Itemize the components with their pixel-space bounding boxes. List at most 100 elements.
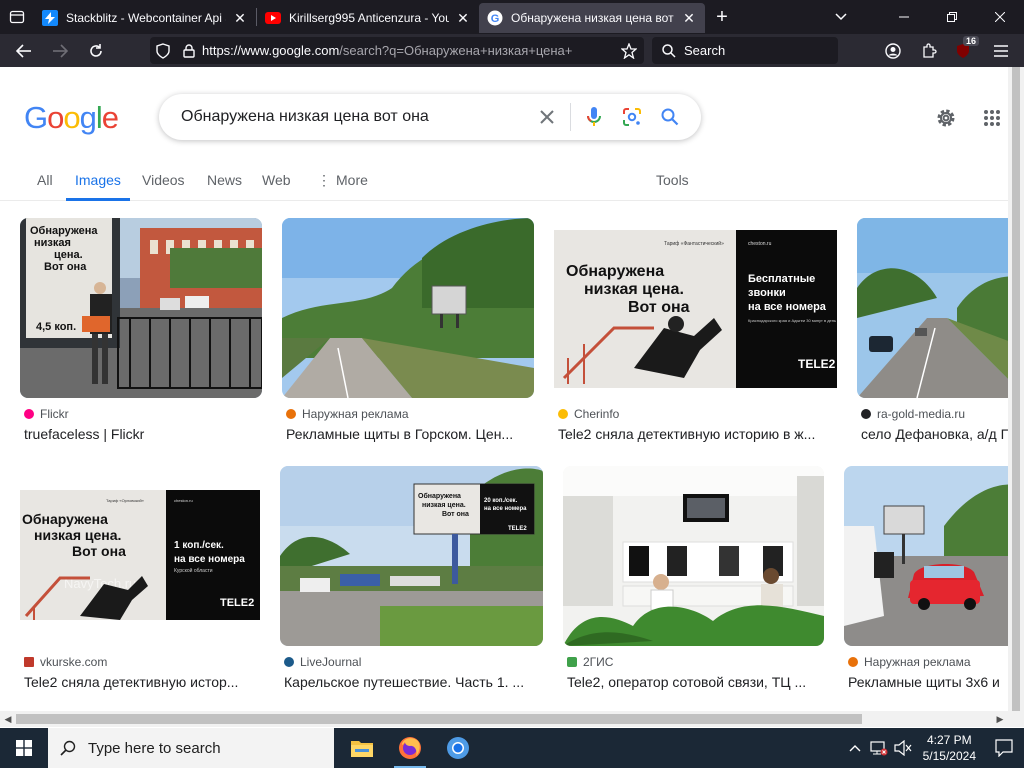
source-favicon [558,409,568,419]
result-image[interactable]: Обнаружена низкая цена. Вот она 20 коп./… [280,466,543,646]
image-result-card[interactable]: 2ГИС Tele2, оператор сотовой связи, ТЦ .… [563,466,824,696]
taskbar-file-explorer[interactable] [338,728,386,768]
result-source[interactable]: Cherinfo [558,407,619,421]
show-hidden-icons-button[interactable] [843,744,867,752]
vertical-scrollbar[interactable] [1008,67,1024,711]
minimize-button[interactable] [880,0,928,34]
voice-search-button[interactable] [575,94,613,140]
scroll-left-arrow-icon[interactable]: ◀ [0,711,16,727]
volume-button[interactable] [891,740,915,756]
source-favicon [24,657,34,667]
lock-icon[interactable] [176,43,202,58]
result-title[interactable]: Карельское путешествие. Часть 1. ... [284,674,542,690]
settings-button[interactable] [932,104,960,132]
poster-line: Обнаружена [30,225,98,237]
result-image[interactable]: Тариф «Фантастический» cheston.ru Обнару… [554,218,837,398]
tracking-protection-shield-icon[interactable] [150,42,176,59]
tools-button[interactable]: Tools [656,167,689,201]
result-source[interactable]: LiveJournal [284,655,361,669]
poster-line: 4,5 коп. [36,321,76,333]
scroll-right-arrow-icon[interactable]: ▶ [992,711,1008,727]
firefox-view-icon [9,10,25,24]
result-source[interactable]: ra-gold-media.ru [861,407,965,421]
google-search-button[interactable] [651,94,689,140]
billboard-brand: TELE2 [508,526,527,532]
tab-images[interactable]: Images [66,167,130,201]
tab-youtube[interactable]: Kirillserg995 Anticenzura - YouT ✕ [257,3,479,33]
billboard-headline: Вот она [442,511,469,518]
result-source[interactable]: 2ГИС [567,655,613,669]
account-button[interactable] [876,34,910,67]
url-text[interactable]: https://www.google.com/search?q=Обнаруже… [202,43,614,58]
result-image[interactable] [563,466,824,646]
ublock-extension-button[interactable]: 16 [946,34,980,67]
tab-videos[interactable]: Videos [142,167,185,201]
result-source[interactable]: Наружная реклама [286,407,409,421]
horizontal-scrollbar[interactable]: ◀ ▶ [0,711,1008,727]
firefox-view-button[interactable] [0,0,34,34]
reload-button[interactable] [78,34,114,67]
taskbar-clock[interactable]: 4:27 PM 5/15/2024 [915,732,984,764]
tab-google-active[interactable]: G Обнаружена низкая цена вот о ✕ [479,3,705,33]
horizontal-scroll-thumb[interactable] [16,714,862,724]
result-image[interactable]: Обнаружена низкая цена. Вот она 4,5 коп. [20,218,262,398]
tab-more[interactable]: ⋮ More [317,167,368,201]
extensions-button[interactable] [912,34,946,67]
tab-close-icon[interactable]: ✕ [232,10,248,26]
browser-search-box[interactable]: Search [652,37,838,64]
taskbar-chrome[interactable] [434,728,482,768]
result-title[interactable]: Tele2 сняла детективную истор... [24,674,260,690]
more-vertical-icon: ⋮ [317,172,331,188]
google-images-page: Google Обнаружена низкая цена вот она Al… [0,67,1008,711]
result-title[interactable]: Tele2, оператор сотовой связи, ТЦ ... [567,674,823,690]
new-tab-button[interactable]: + [705,0,739,34]
list-all-tabs-button[interactable] [826,0,856,34]
taskbar-search-box[interactable]: Type here to search [48,728,334,768]
result-image[interactable]: Тариф «Орловский» cheston.ru Обнаружена … [20,466,260,646]
result-image[interactable] [282,218,534,398]
google-search-box[interactable]: Обнаружена низкая цена вот она [159,94,701,140]
image-result-card[interactable]: Тариф «Орловский» cheston.ru Обнаружена … [20,466,260,696]
google-logo[interactable]: Google [24,100,119,136]
tab-news[interactable]: News [207,167,242,201]
restore-button[interactable] [928,0,976,34]
tab-web[interactable]: Web [262,167,291,201]
ad-headline: Обнаружена [566,263,664,280]
tab-stackblitz[interactable]: Stackblitz - Webcontainer Api St ✕ [34,3,256,33]
result-image[interactable] [844,466,1008,646]
tab-all[interactable]: All [37,167,53,201]
lens-search-button[interactable] [613,94,651,140]
clear-button[interactable] [528,94,566,140]
image-result-card[interactable]: Тариф «Фантастический» cheston.ru Обнару… [554,218,837,448]
address-bar[interactable]: https://www.google.com/search?q=Обнаруже… [150,37,644,64]
forward-button[interactable] [42,34,78,67]
image-result-card[interactable]: Обнаружена низкая цена. Вот она 20 коп./… [280,466,543,696]
action-center-button[interactable] [984,728,1024,768]
search-input[interactable]: Обнаружена низкая цена вот она [181,108,528,126]
bookmark-star-icon[interactable] [614,42,644,59]
image-result-card[interactable]: Наружная реклама Рекламные щиты 3х6 и [844,466,1008,696]
result-title[interactable]: Tele2 сняла детективную историю в ж... [558,426,834,442]
google-apps-button[interactable] [978,104,1006,132]
back-button[interactable] [6,34,42,67]
start-button[interactable] [0,728,48,768]
close-window-button[interactable] [976,0,1024,34]
result-title[interactable]: truefaceless | Flickr [24,426,260,442]
tab-close-icon[interactable]: ✕ [455,10,471,26]
arrow-right-icon [53,43,68,58]
result-source[interactable]: Flickr [24,407,69,421]
result-source[interactable]: vkurske.com [24,655,107,669]
result-title[interactable]: Рекламные щиты 3х6 и [848,674,1008,690]
taskbar-firefox[interactable] [386,728,434,768]
image-result-card[interactable]: Обнаружена низкая цена. Вот она 4,5 коп.… [20,218,262,448]
result-image[interactable] [857,218,1008,398]
tab-close-icon[interactable]: ✕ [681,10,697,26]
image-result-card[interactable]: ra-gold-media.ru село Дефановка, а/д Г [857,218,1008,448]
image-result-card[interactable]: Наружная реклама Рекламные щиты в Горско… [282,218,534,448]
app-menu-button[interactable] [984,34,1018,67]
result-title[interactable]: село Дефановка, а/д Г [861,426,1008,442]
network-status-button[interactable] [867,740,891,756]
vertical-scroll-thumb[interactable] [1012,67,1020,711]
result-source[interactable]: Наружная реклама [848,655,971,669]
result-title[interactable]: Рекламные щиты в Горском. Цен... [286,426,526,442]
